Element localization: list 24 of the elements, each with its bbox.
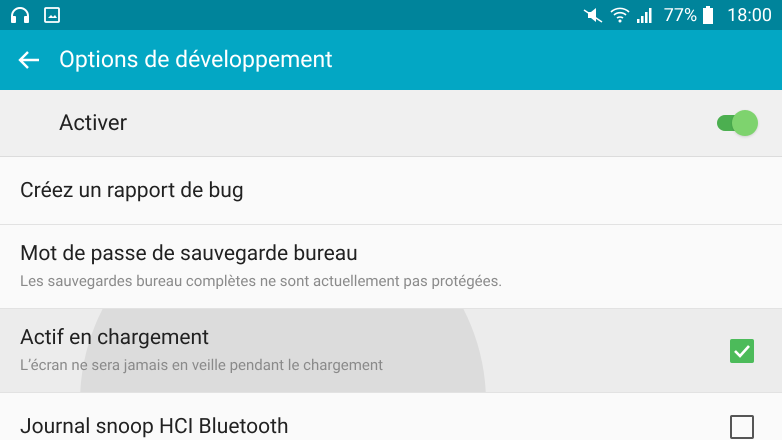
back-arrow-icon[interactable] [18,50,40,70]
checkbox[interactable] [730,414,754,438]
wifi-icon [610,6,630,24]
setting-row[interactable]: Créez un rapport de bug [0,157,782,225]
setting-title: Créez un rapport de bug [20,178,245,204]
setting-row[interactable]: Actif en chargement L’écran ne sera jamais en veille pendant le chargement [0,309,782,393]
master-switch-row[interactable]: Activer [0,90,782,157]
setting-row[interactable]: Journal snoop HCI Bluetooth [0,393,782,440]
setting-title: Actif en chargement [20,325,210,352]
setting-summary: L’écran ne sera jamais en veille pendant le chargement [20,355,384,376]
setting-summary: Les sauvegardes bureau complètes ne sont actuellement pas protégées. [20,271,504,292]
mute-icon [582,6,604,24]
battery-percentage: 77% [664,4,698,28]
checkbox[interactable] [730,338,754,362]
signal-icon [636,6,652,24]
setting-title: Mot de passe de sauvegarde bureau [20,241,359,268]
headphones-icon [10,6,30,24]
checkmark-icon [733,344,751,358]
clock: 18:00 [727,4,772,28]
image-icon [44,7,60,23]
screen-title: Options de développement [59,44,333,75]
switch-label: Activer [59,110,128,138]
setting-title: Journal snoop HCI Bluetooth [20,414,290,440]
battery-icon [703,6,714,24]
